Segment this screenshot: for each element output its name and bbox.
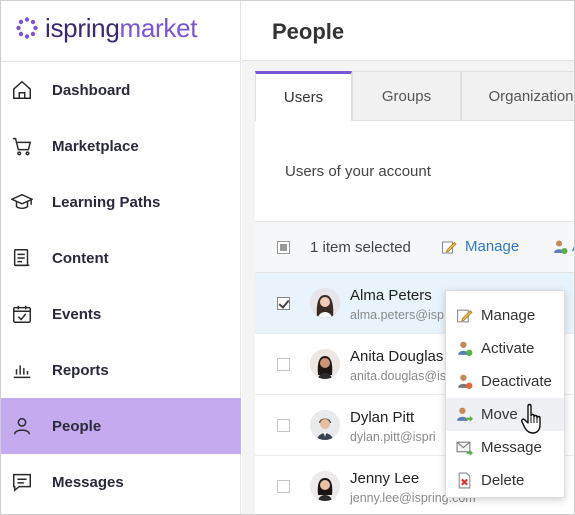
menu-item-label: Move [481,406,518,423]
user-name[interactable]: Anita Douglas [350,348,443,365]
sidebar-item-label: Dashboard [52,81,131,99]
tab-groups[interactable]: Groups [352,71,461,121]
tab-organization[interactable]: Organization [461,71,574,121]
sidebar-item-reports[interactable]: Reports [1,342,241,398]
user-email: dylan.pitt@ispri [350,430,436,444]
home-icon [11,79,33,101]
calendar-check-icon [11,303,33,325]
sidebar-item-label: Marketplace [52,137,139,155]
sidebar-item-people[interactable]: People [1,398,241,454]
menu-item-activate[interactable]: Activate [446,332,564,365]
sidebar-item-content[interactable]: Content [1,230,241,286]
selection-toolbar: 1 item selected Manage A [255,221,574,273]
sidebar-item-label: Messages [52,473,124,491]
sidebar-item-label: Content [52,249,109,267]
row-checkbox[interactable] [277,297,290,310]
page-header: People [242,1,574,61]
panel-subtitle: Users of your account [285,163,431,180]
menu-item-label: Manage [481,307,536,324]
bar-chart-icon [11,359,33,381]
graduation-cap-icon [11,191,33,213]
user-context-menu: Manage Activate Deactivate Move Message … [445,290,565,498]
brand-name-part2: market [119,12,198,43]
user-name[interactable]: Dylan Pitt [350,409,414,426]
row-checkbox[interactable] [277,358,290,371]
avatar [310,349,340,379]
sidebar-item-label: Learning Paths [52,193,161,211]
brand-name: ispringmarket [45,13,197,44]
activate-user-icon [458,341,473,356]
message-icon [11,471,33,493]
brand-name-part1: ispring [45,12,120,43]
page-title: People [272,19,345,44]
selection-count: 1 item selected [310,239,411,256]
hand-cursor-icon [521,403,541,434]
manage-icon [457,309,473,323]
avatar [310,471,340,501]
sidebar: ispringmarket Dashboard Marketplace Lear… [1,1,241,514]
sidebar-item-label: Reports [52,361,109,379]
sidebar-item-label: People [52,417,102,435]
menu-item-label: Message [481,439,542,456]
user-email: anita.douglas@is [350,369,447,383]
menu-item-message[interactable]: Message [446,431,564,464]
avatar [310,410,340,440]
manage-label: Manage [465,238,520,255]
select-all-checkbox[interactable] [277,241,290,254]
manage-icon [442,241,457,253]
app-window: ispringmarket Dashboard Marketplace Lear… [0,0,575,515]
deactivate-user-icon [458,374,473,389]
menu-item-delete[interactable]: Delete [446,464,564,497]
user-name[interactable]: Alma Peters [350,287,432,304]
move-user-icon [457,407,473,422]
sidebar-item-messages[interactable]: Messages [1,454,241,510]
logo[interactable]: ispringmarket [15,11,197,45]
sidebar-item-learning-paths[interactable]: Learning Paths [1,174,241,230]
menu-item-manage[interactable]: Manage [446,299,564,332]
ispring-logo-icon [16,17,38,39]
tab-bar: Users Groups Organization [255,71,574,121]
activate-button[interactable]: A [552,238,574,255]
menu-item-deactivate[interactable]: Deactivate [446,365,564,398]
row-checkbox[interactable] [277,480,290,493]
delete-icon [458,472,471,489]
menu-item-label: Delete [481,472,525,489]
row-checkbox[interactable] [277,419,290,432]
avatar [310,288,340,318]
tab-users[interactable]: Users [255,71,352,121]
envelope-icon [456,441,473,456]
sidebar-item-marketplace[interactable]: Marketplace [1,118,241,174]
sidebar-item-dashboard[interactable]: Dashboard [1,62,241,118]
manage-button[interactable]: Manage [441,238,519,255]
person-icon [11,415,33,437]
user-email: alma.peters@isp [350,308,444,322]
sidebar-item-label: Events [52,305,102,323]
user-name[interactable]: Jenny Lee [350,470,419,487]
activate-user-icon [554,240,568,254]
menu-item-label: Deactivate [481,373,552,390]
sidebar-item-events[interactable]: Events [1,286,241,342]
content-icon [11,247,33,269]
sidebar-nav: Dashboard Marketplace Learning Paths Con… [1,62,241,510]
menu-item-label: Activate [481,340,535,357]
cart-icon [11,135,33,157]
menu-item-move[interactable]: Move [446,398,564,431]
